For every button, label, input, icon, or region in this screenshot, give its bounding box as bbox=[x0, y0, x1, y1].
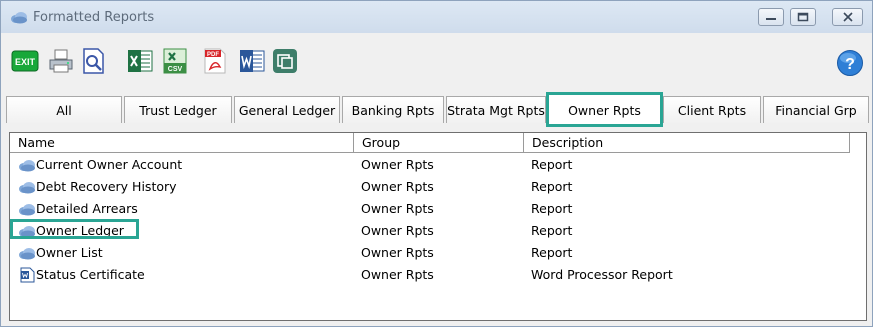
report-group: Owner Rpts bbox=[361, 201, 434, 216]
report-group: Owner Rpts bbox=[361, 179, 434, 194]
report-description: Report bbox=[531, 245, 573, 260]
tab-banking-rpts[interactable]: Banking Rpts bbox=[342, 96, 444, 123]
tab-general-ledger[interactable]: General Ledger bbox=[234, 96, 340, 123]
tab-strata-mgt-rpts[interactable]: Strata Mgt Rpts bbox=[446, 96, 546, 123]
excel-button[interactable] bbox=[126, 47, 154, 75]
tab-label: Client Rpts bbox=[677, 102, 747, 118]
formatted-reports-window: Formatted Reports EXIT CSV PDF ? All Tru… bbox=[0, 0, 873, 327]
list-item[interactable]: Owner List Owner Rpts Report bbox=[10, 243, 866, 263]
tab-financial-grp[interactable]: Financial Grp bbox=[763, 96, 869, 123]
printer-icon bbox=[49, 49, 73, 73]
report-name: Detailed Arrears bbox=[36, 201, 138, 216]
list-item[interactable]: Detailed Arrears Owner Rpts Report bbox=[10, 199, 866, 219]
report-description: Report bbox=[531, 223, 573, 238]
column-header-description[interactable]: Description bbox=[524, 133, 850, 153]
word-document-icon bbox=[20, 267, 35, 283]
report-name: Debt Recovery History bbox=[36, 179, 177, 194]
help-button[interactable]: ? bbox=[836, 49, 864, 77]
report-name: Status Certificate bbox=[36, 267, 145, 282]
maximize-icon bbox=[797, 12, 809, 22]
help-icon: ? bbox=[837, 50, 863, 76]
report-description: Report bbox=[531, 157, 573, 172]
maximize-button[interactable] bbox=[790, 8, 816, 26]
list-item[interactable]: Debt Recovery History Owner Rpts Report bbox=[10, 177, 866, 197]
column-header-name[interactable]: Name bbox=[10, 133, 354, 153]
exit-button[interactable]: EXIT bbox=[11, 47, 39, 75]
report-group: Owner Rpts bbox=[361, 267, 434, 282]
window-title: Formatted Reports bbox=[33, 10, 155, 25]
print-preview-icon bbox=[83, 48, 104, 74]
report-cloud-icon bbox=[19, 204, 35, 216]
minimize-icon bbox=[766, 18, 776, 20]
exit-label: EXIT bbox=[15, 57, 36, 67]
list-header: Name Group Description bbox=[10, 133, 866, 153]
list-item[interactable]: Status Certificate Owner Rpts Word Proce… bbox=[10, 265, 866, 285]
tab-label: Financial Grp bbox=[775, 102, 857, 118]
tab-owner-rpts[interactable]: Owner Rpts bbox=[546, 92, 663, 127]
report-description: Report bbox=[531, 179, 573, 194]
exit-icon: EXIT bbox=[11, 50, 39, 72]
tab-all[interactable]: All bbox=[6, 96, 122, 123]
tab-label: Trust Ledger bbox=[139, 102, 217, 118]
svg-text:?: ? bbox=[845, 56, 855, 73]
tab-label: Strata Mgt Rpts bbox=[447, 102, 545, 118]
owner-ledger-highlight bbox=[10, 219, 139, 239]
pdf-button[interactable]: PDF bbox=[201, 47, 229, 75]
close-button[interactable] bbox=[832, 8, 863, 26]
csv-icon: CSV bbox=[163, 48, 187, 74]
csv-button[interactable]: CSV bbox=[161, 47, 189, 75]
tab-trust-ledger[interactable]: Trust Ledger bbox=[124, 96, 232, 123]
pdf-icon: PDF bbox=[204, 48, 226, 74]
report-name: Current Owner Account bbox=[36, 157, 183, 172]
pdf-label: PDF bbox=[207, 52, 219, 58]
tab-label: Banking Rpts bbox=[351, 102, 435, 118]
tab-label: Owner Rpts bbox=[568, 102, 641, 118]
report-cloud-icon bbox=[19, 160, 35, 172]
word-button[interactable] bbox=[238, 47, 266, 75]
title-bar[interactable]: Formatted Reports bbox=[1, 1, 872, 33]
report-cloud-icon bbox=[19, 182, 35, 194]
app-cloud-icon bbox=[11, 12, 27, 24]
report-group: Owner Rpts bbox=[361, 157, 434, 172]
list-item[interactable]: Current Owner Account Owner Rpts Report bbox=[10, 155, 866, 175]
column-header-group[interactable]: Group bbox=[354, 133, 524, 153]
copy-window-button[interactable] bbox=[271, 47, 299, 75]
report-description: Word Processor Report bbox=[531, 267, 673, 282]
report-cloud-icon bbox=[19, 248, 35, 260]
csv-label: CSV bbox=[168, 66, 183, 73]
print-button[interactable] bbox=[47, 47, 75, 75]
report-group: Owner Rpts bbox=[361, 245, 434, 260]
print-preview-button[interactable] bbox=[79, 47, 107, 75]
report-group: Owner Rpts bbox=[361, 223, 434, 238]
word-icon bbox=[240, 50, 265, 72]
tab-label: All bbox=[56, 102, 72, 118]
minimize-button[interactable] bbox=[758, 8, 784, 26]
report-group-tabs: All Trust Ledger General Ledger Banking … bbox=[6, 92, 872, 127]
tab-label: General Ledger bbox=[238, 102, 336, 118]
copy-window-icon bbox=[273, 49, 297, 73]
report-description: Report bbox=[531, 201, 573, 216]
toolbar: EXIT CSV PDF ? bbox=[1, 37, 872, 83]
close-icon bbox=[842, 12, 853, 22]
excel-icon bbox=[128, 50, 153, 72]
tab-client-rpts[interactable]: Client Rpts bbox=[663, 96, 761, 123]
report-name: Owner List bbox=[36, 245, 103, 260]
